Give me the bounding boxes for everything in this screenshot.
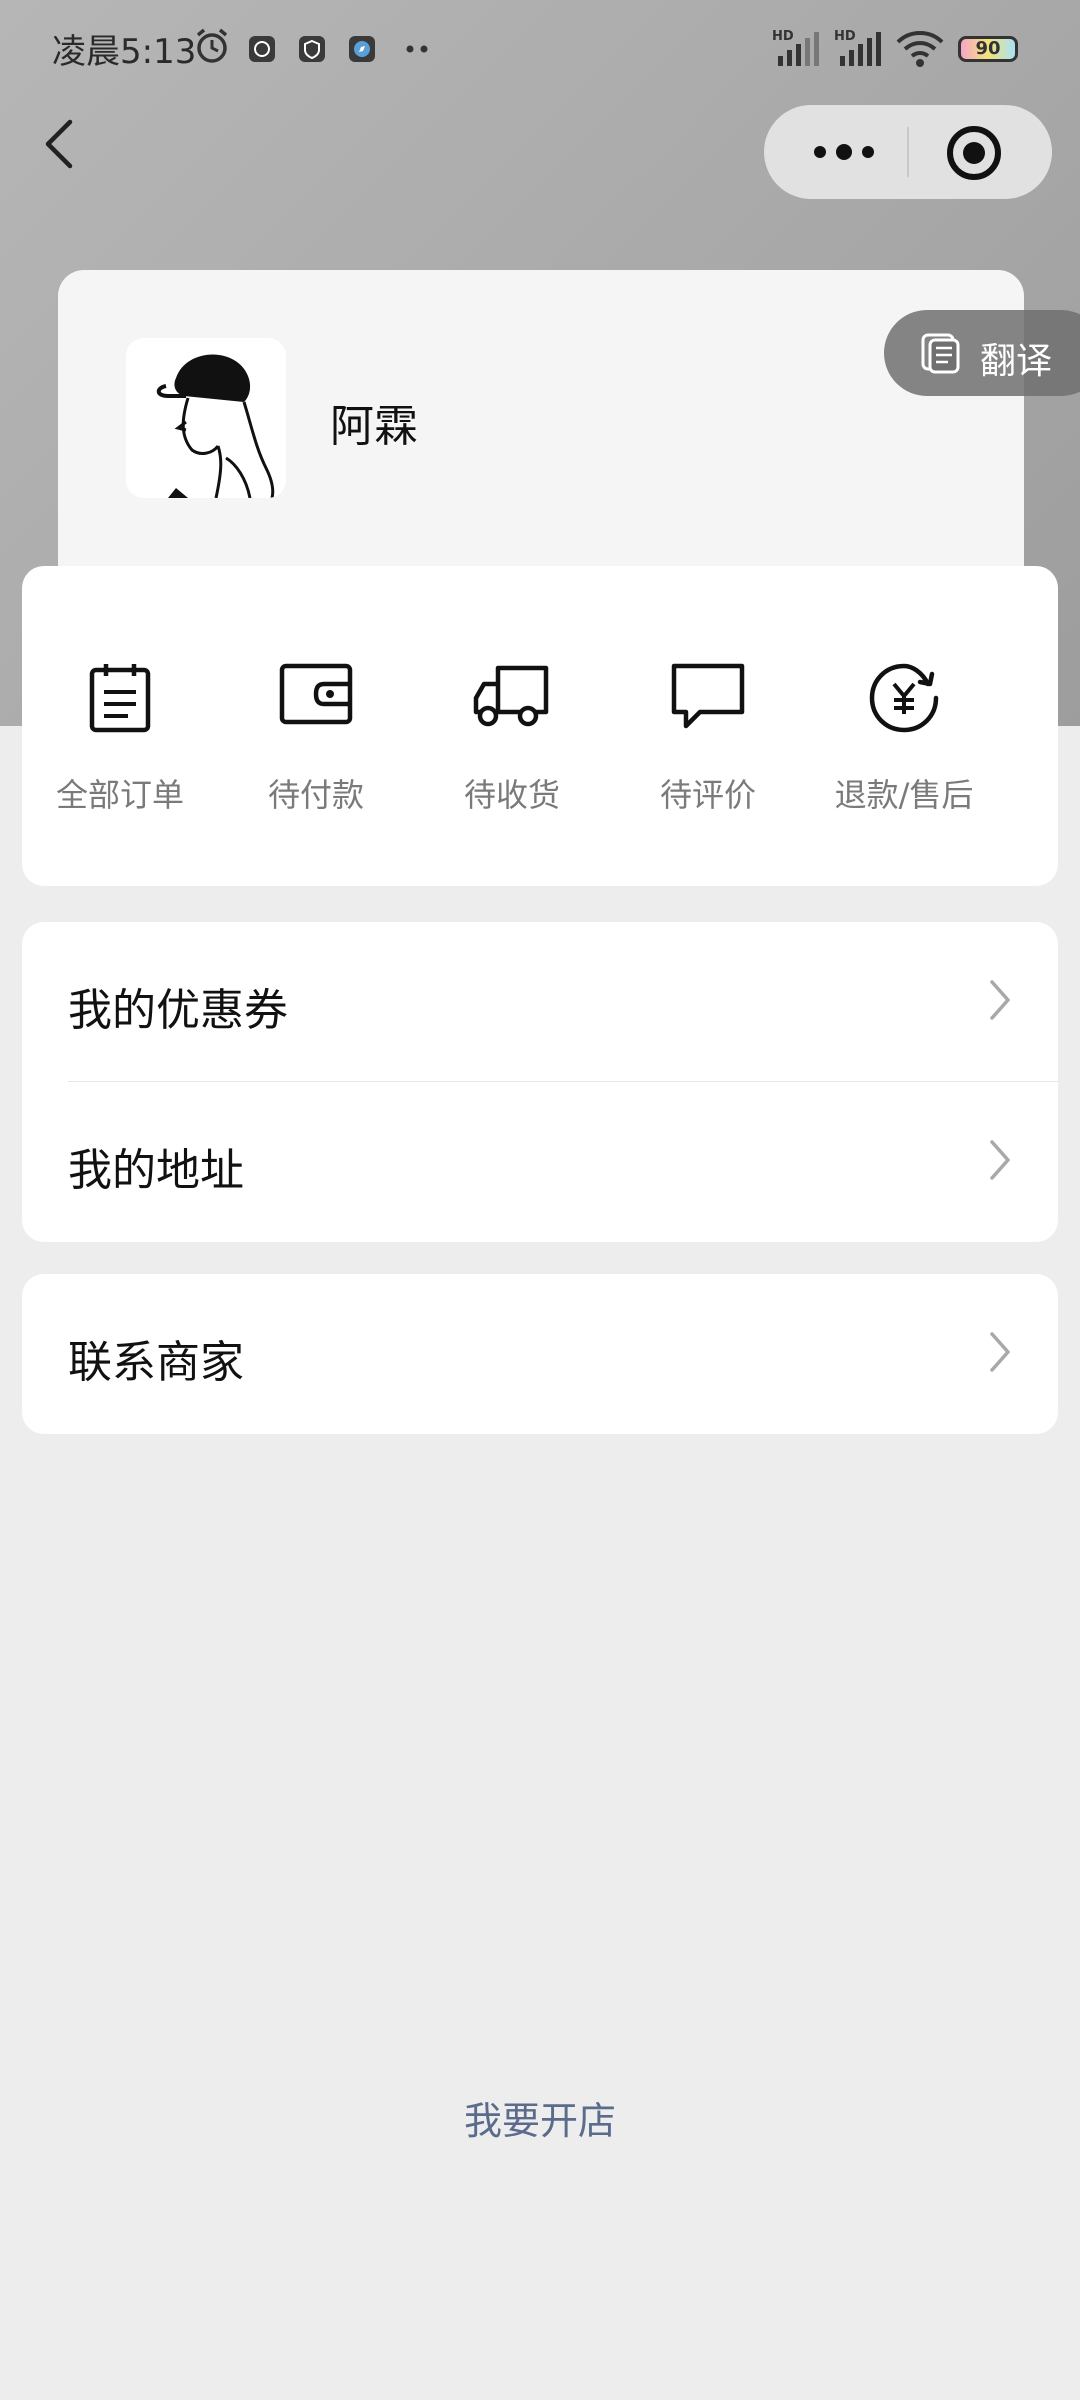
back-button[interactable] <box>38 112 82 176</box>
hd-signal-icon: HD <box>772 29 819 66</box>
order-pending-payment[interactable]: 待付款 <box>218 566 414 886</box>
avatar[interactable] <box>126 338 286 498</box>
alarm-icon <box>196 28 228 63</box>
compass-icon <box>349 36 375 62</box>
menu-item-coupons[interactable]: 我的优惠券 <box>22 922 1058 1082</box>
status-bar: 凌晨5:13 HD HD 90 <box>0 0 1080 100</box>
translate-button[interactable]: 翻译 <box>884 310 1080 396</box>
hd-signal-icon-2: HD <box>834 29 881 66</box>
capsule-divider <box>907 127 909 177</box>
chevron-right-icon <box>990 1140 1010 1180</box>
close-mini-program-button[interactable] <box>944 123 1004 183</box>
order-label: 待评价 <box>659 776 756 814</box>
profile-card: 阿霖 <box>58 270 1024 610</box>
mini-program-capsule <box>764 105 1052 199</box>
user-name: 阿霖 <box>330 401 418 452</box>
clipboard-icon <box>89 664 151 733</box>
yen-refund-icon <box>869 663 939 733</box>
translate-icon <box>921 333 960 374</box>
menu-group-2: 联系商家 <box>22 1274 1058 1434</box>
svg-text:HD: HD <box>834 29 856 44</box>
open-shop-link[interactable]: 我要开店 <box>0 2090 1080 2145</box>
menu-item-label: 我的地址 <box>68 1145 244 1196</box>
chevron-right-icon <box>990 980 1010 1020</box>
wallet-icon <box>279 663 353 725</box>
menu-group-1: 我的优惠券 我的地址 <box>22 922 1058 1242</box>
order-pending-review[interactable]: 待评价 <box>610 566 806 886</box>
menu-item-address[interactable]: 我的地址 <box>22 1082 1058 1242</box>
translate-label: 翻译 <box>980 341 1053 382</box>
more-dots-button[interactable] <box>804 127 884 177</box>
order-refund-aftersale[interactable]: 退款/售后 <box>806 566 1002 886</box>
order-all[interactable]: 全部订单 <box>22 566 218 886</box>
status-time: 凌晨5:13 <box>52 32 197 72</box>
svg-text:HD: HD <box>772 29 794 44</box>
order-label: 待收货 <box>463 776 560 814</box>
order-label: 退款/售后 <box>834 776 974 814</box>
menu-item-label: 我的优惠券 <box>68 985 288 1036</box>
orders-card: 全部订单 待付款 待收货 待评价 退款/售后 <box>22 566 1058 886</box>
menu-item-label: 联系商家 <box>68 1337 244 1388</box>
menu-item-contact-merchant[interactable]: 联系商家 <box>22 1274 1058 1434</box>
wifi-icon <box>896 31 944 67</box>
avatar-drawing-icon <box>126 338 286 498</box>
order-pending-delivery[interactable]: 待收货 <box>414 566 610 886</box>
app-notification-icon <box>249 36 275 62</box>
order-label: 待付款 <box>267 776 364 814</box>
battery-icon: 90 <box>958 36 1018 62</box>
chevron-right-icon <box>990 1332 1010 1372</box>
chat-bubble-icon <box>671 663 745 729</box>
truck-icon <box>473 665 549 727</box>
screen: 凌晨5:13 HD HD 90 阿霖 翻译 全部订单 待付款 待收货 待评价 退… <box>0 0 1080 2400</box>
shield-icon <box>299 36 325 62</box>
more-dots-icon <box>406 45 428 53</box>
order-label: 全部订单 <box>55 776 184 814</box>
